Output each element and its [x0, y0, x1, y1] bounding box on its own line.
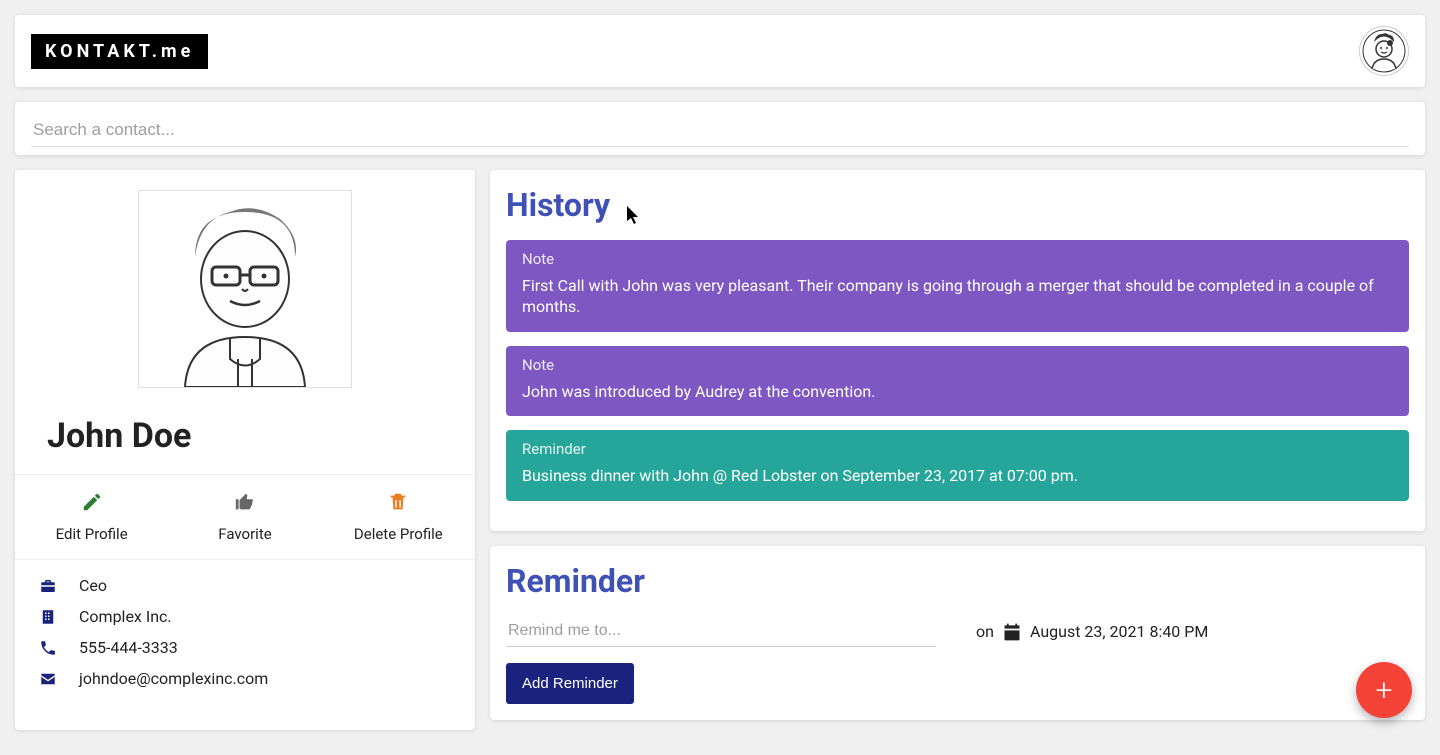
profile-card: John Doe Edit Profile Favorite Delete Pr… [15, 170, 475, 730]
brand-logo: KONTAKT.me [31, 34, 208, 69]
history-item-kind: Note [522, 250, 1393, 268]
delete-profile-button[interactable]: Delete Profile [322, 491, 474, 543]
profile-actions: Edit Profile Favorite Delete Profile [15, 474, 475, 560]
history-item-body: First Call with John was very pleasant. … [522, 276, 1393, 318]
search-input[interactable] [31, 114, 1409, 147]
favorite-label: Favorite [218, 525, 271, 543]
info-phone-text: 555-444-3333 [79, 638, 178, 657]
reminder-on-label: on [976, 622, 994, 641]
briefcase-icon [39, 577, 61, 595]
calendar-icon [1002, 622, 1022, 642]
info-title: Ceo [39, 576, 451, 595]
search-bar [15, 102, 1425, 155]
edit-profile-button[interactable]: Edit Profile [16, 491, 168, 543]
delete-profile-label: Delete Profile [354, 525, 443, 543]
info-email: johndoe@complexinc.com [39, 669, 451, 688]
history-item-body: Business dinner with John @ Red Lobster … [522, 466, 1393, 487]
history-item[interactable]: Reminder Business dinner with John @ Red… [506, 430, 1409, 501]
reminder-input[interactable] [506, 616, 936, 647]
profile-photo [138, 190, 352, 388]
history-item-kind: Note [522, 356, 1393, 374]
profile-info: Ceo Complex Inc. 555-444-3333 johndoe@co… [15, 560, 475, 704]
trash-icon [387, 491, 409, 513]
profile-avatar-icon [160, 197, 330, 387]
info-phone: 555-444-3333 [39, 638, 451, 657]
reminder-date-text: August 23, 2021 8:40 PM [1030, 622, 1208, 641]
phone-icon [39, 639, 61, 657]
info-company-text: Complex Inc. [79, 607, 172, 626]
thumbs-up-icon [234, 491, 256, 513]
info-title-text: Ceo [79, 576, 107, 595]
user-avatar-icon [1362, 29, 1406, 73]
history-panel: History Note First Call with John was ve… [490, 170, 1425, 531]
reminder-date[interactable]: on August 23, 2021 8:40 PM [976, 622, 1208, 642]
edit-profile-label: Edit Profile [56, 525, 128, 543]
right-column: History Note First Call with John was ve… [490, 170, 1425, 730]
favorite-button[interactable]: Favorite [169, 491, 321, 543]
history-item[interactable]: Note John was introduced by Audrey at th… [506, 346, 1409, 417]
add-reminder-button[interactable]: Add Reminder [506, 663, 634, 704]
info-company: Complex Inc. [39, 607, 451, 626]
envelope-icon [39, 670, 61, 688]
plus-icon: + [1376, 673, 1393, 708]
history-item-body: John was introduced by Audrey at the con… [522, 382, 1393, 403]
reminder-title: Reminder [506, 562, 1409, 600]
info-email-text: johndoe@complexinc.com [79, 669, 268, 688]
reminder-panel: Reminder on August 23, 2021 8:40 PM Add … [490, 546, 1425, 720]
pencil-icon [81, 491, 103, 513]
topbar: KONTAKT.me [15, 15, 1425, 87]
main-content: John Doe Edit Profile Favorite Delete Pr… [0, 170, 1440, 745]
profile-name: John Doe [15, 388, 475, 474]
add-contact-fab[interactable]: + [1356, 662, 1412, 718]
history-title: History [506, 186, 1409, 224]
current-user-avatar[interactable] [1359, 26, 1409, 76]
building-icon [39, 608, 61, 626]
history-item[interactable]: Note First Call with John was very pleas… [506, 240, 1409, 332]
history-item-kind: Reminder [522, 440, 1393, 458]
